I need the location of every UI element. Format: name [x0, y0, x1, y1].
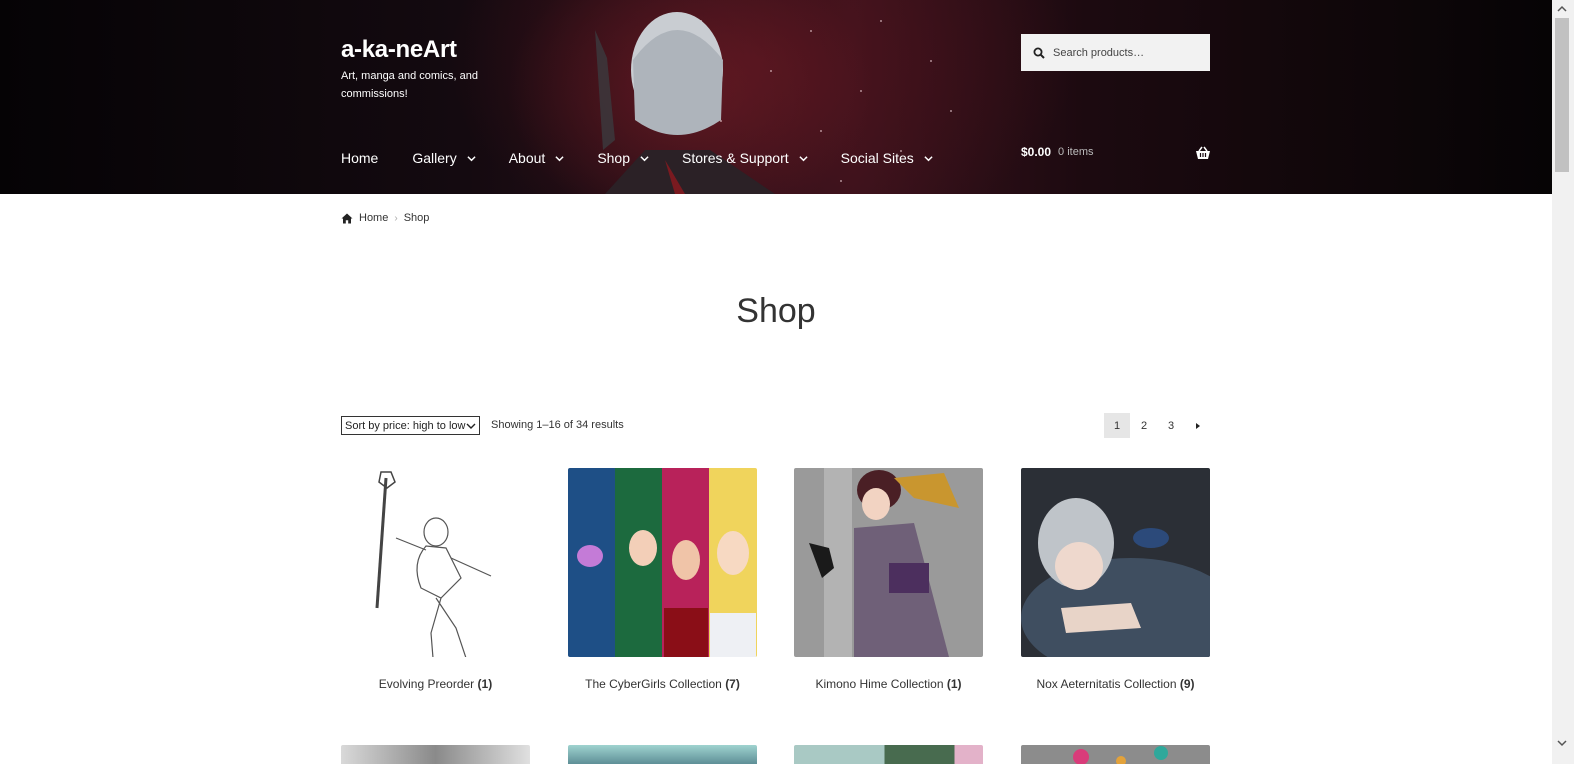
product-count: (9) [1179, 677, 1195, 691]
product-image-partial[interactable] [341, 745, 530, 764]
product-count: (7) [725, 677, 740, 691]
nav-item-shop[interactable]: Shop [597, 146, 649, 170]
site-title[interactable]: a-ka-neArt [341, 36, 457, 64]
sort-select[interactable]: Sort by price: high to low [341, 416, 480, 435]
product-image-partial[interactable] [794, 745, 983, 764]
product-title[interactable]: Evolving Preorder (1) [341, 677, 530, 691]
product-card[interactable]: Kimono Hime Collection (1) [794, 468, 983, 691]
cart-item-count: 0 items [1058, 146, 1094, 158]
nav-item-about[interactable]: About [509, 146, 565, 170]
product-card[interactable]: Evolving Preorder (1) [341, 468, 530, 691]
pagination: 1 2 3 [1104, 413, 1212, 438]
search-box[interactable] [1021, 34, 1210, 71]
product-name: Nox Aeternitatis Collection [1036, 677, 1177, 691]
cybergirls-illustration [568, 468, 757, 657]
site-header: a-ka-neArt Art, manga and comics, and co… [0, 0, 1552, 194]
chevron-down-icon [466, 423, 476, 429]
breadcrumb: Home › Shop [341, 212, 429, 224]
nav-item-home[interactable]: Home [341, 146, 378, 170]
main-navigation: Home Gallery About Shop Stores & Support… [341, 146, 966, 170]
sketch-illustration [375, 471, 492, 657]
product-title[interactable]: Nox Aeternitatis Collection (9) [1021, 677, 1210, 691]
product-name: Kimono Hime Collection [815, 677, 944, 691]
page-1[interactable]: 1 [1104, 413, 1130, 438]
search-icon [1033, 47, 1045, 59]
nav-item-social-sites[interactable]: Social Sites [841, 146, 933, 170]
scrollbar-thumb[interactable] [1555, 18, 1569, 172]
chevron-down-icon [467, 155, 476, 161]
nav-item-label: Stores & Support [682, 150, 789, 166]
product-image-partial[interactable] [568, 745, 757, 764]
product-image-partial[interactable] [1021, 745, 1210, 764]
nav-item-gallery[interactable]: Gallery [412, 146, 476, 170]
chevron-down-icon [799, 155, 808, 161]
sort-selected-value: Sort by price: high to low [345, 419, 466, 432]
product-image[interactable] [568, 468, 757, 657]
home-icon [341, 213, 353, 223]
product-image[interactable] [794, 468, 983, 657]
product-image[interactable] [1021, 468, 1210, 657]
product-title[interactable]: Kimono Hime Collection (1) [794, 677, 983, 691]
nav-item-label: About [508, 150, 546, 166]
next-page-button[interactable] [1185, 413, 1211, 438]
triangle-right-icon [1196, 422, 1200, 429]
page-2[interactable]: 2 [1131, 413, 1157, 438]
floral-pattern [1073, 746, 1168, 764]
product-name: Evolving Preorder [378, 677, 475, 691]
page-3[interactable]: 3 [1158, 413, 1184, 438]
product-image[interactable] [341, 468, 530, 657]
nav-item-label: Gallery [412, 150, 457, 166]
product-card[interactable]: The CyberGirls Collection (7) [568, 468, 757, 691]
chevron-down-icon [924, 155, 933, 161]
nav-item-label: Home [341, 150, 379, 166]
kimono-illustration [794, 468, 983, 657]
scroll-up-icon[interactable] [1557, 4, 1567, 14]
product-count: (1) [946, 677, 962, 691]
page-scrollbar[interactable] [1552, 0, 1574, 764]
breadcrumb-separator: › [394, 212, 398, 224]
nav-item-label: Social Sites [840, 150, 914, 166]
basket-icon[interactable] [1195, 145, 1211, 161]
cart-amount: $0.00 [1021, 145, 1052, 159]
search-input[interactable] [1053, 46, 1203, 59]
product-count: (1) [477, 677, 493, 691]
breadcrumb-current: Shop [403, 212, 430, 224]
chevron-down-icon [640, 155, 649, 161]
product-title[interactable]: The CyberGirls Collection (7) [568, 677, 757, 691]
scroll-down-icon[interactable] [1557, 738, 1567, 748]
nav-item-label: Shop [597, 150, 631, 166]
header-cart[interactable]: $0.00 0 items [1021, 145, 1211, 159]
breadcrumb-home-link[interactable]: Home [359, 212, 388, 224]
nav-item-stores-support[interactable]: Stores & Support [682, 146, 808, 170]
page-title: Shop [736, 292, 816, 330]
product-card[interactable]: Nox Aeternitatis Collection (9) [1021, 468, 1210, 691]
nox-aeternitatis-illustration [1021, 468, 1210, 657]
result-count: Showing 1–16 of 34 results [491, 419, 624, 431]
site-description: Art, manga and comics, and commissions! [341, 70, 478, 100]
chevron-down-icon [555, 155, 564, 161]
product-name: The CyberGirls Collection [585, 677, 722, 691]
